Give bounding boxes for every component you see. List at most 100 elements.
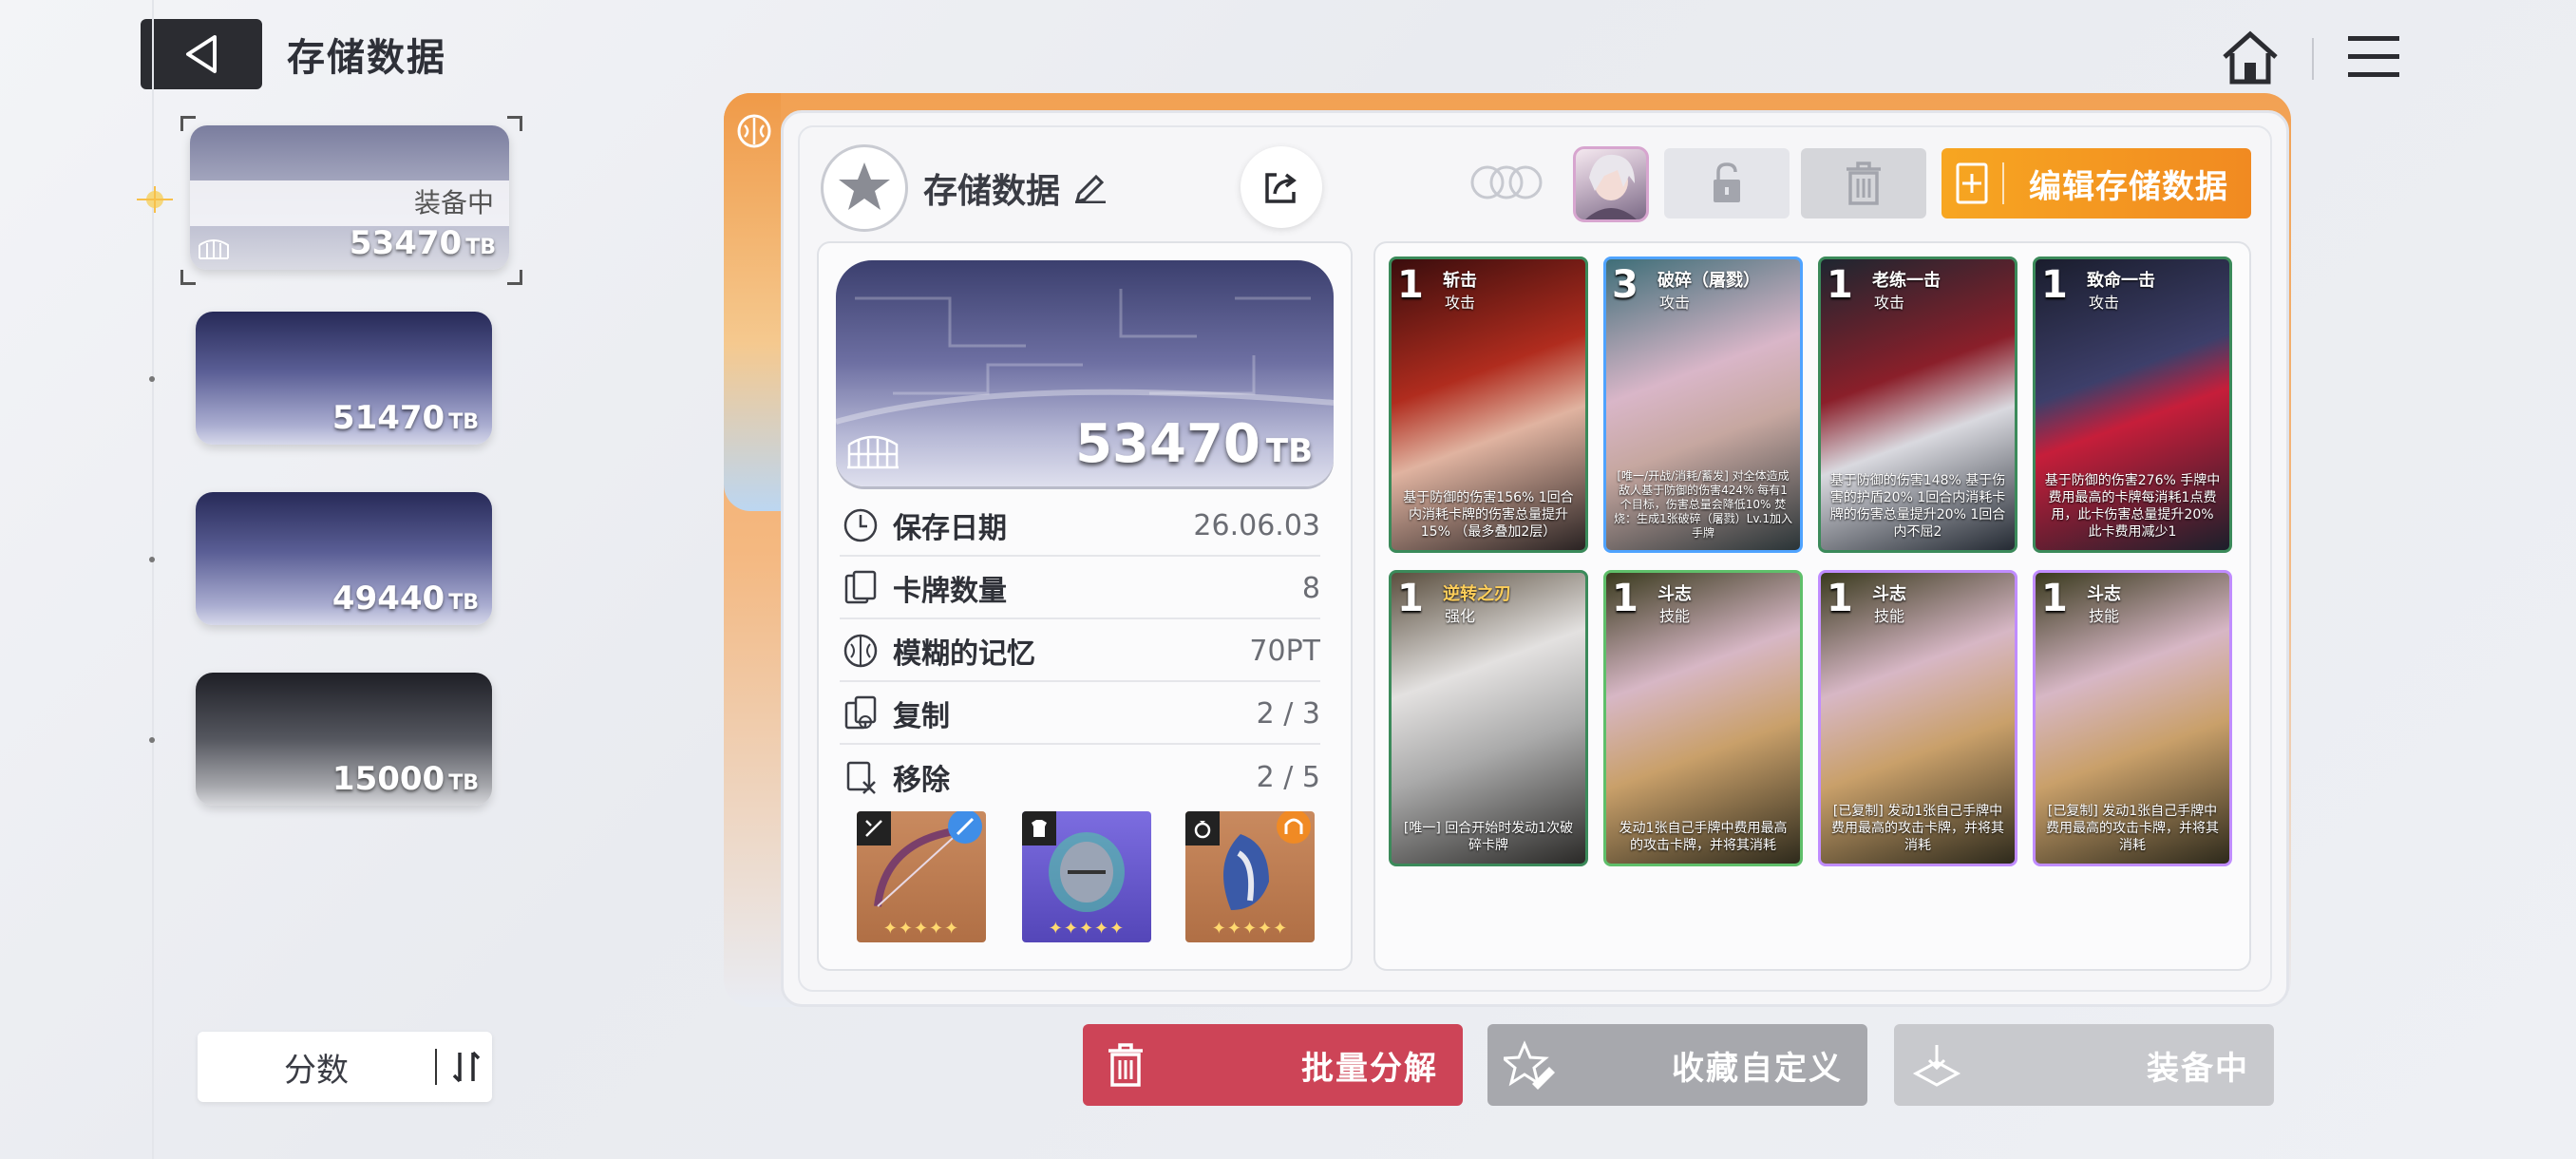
banner-score: 53470 TB bbox=[1075, 413, 1313, 475]
card-description: 基于防御的伤害156% 1回合内消耗卡牌的伤害总量提升15% （最多叠加2层） bbox=[1403, 490, 1574, 540]
batch-dismantle-button[interactable]: 批量分解 bbox=[1083, 1024, 1463, 1106]
character-portrait-icon bbox=[1585, 154, 1637, 219]
equipped-button[interactable]: 装备中 bbox=[1894, 1024, 2274, 1106]
save-badge bbox=[821, 144, 908, 232]
unlock-icon bbox=[1714, 162, 1740, 202]
save-slot-3[interactable]: 49440 TB bbox=[196, 492, 492, 625]
sword-icon bbox=[857, 811, 891, 846]
stat-label: 模糊的记忆 bbox=[893, 637, 1035, 671]
remove-icon bbox=[846, 761, 876, 794]
cards-icon bbox=[844, 570, 877, 604]
menu-icon[interactable] bbox=[2346, 30, 2401, 84]
equipment-slot-weapon[interactable]: ✦✦✦✦✦ bbox=[857, 811, 986, 942]
stat-row-memory: 模糊的记忆 70PT bbox=[840, 621, 1320, 682]
card-slash[interactable]: 1 斩击 攻击 基于防御的伤害156% 1回合内消耗卡牌的伤害总量提升15% （… bbox=[1389, 256, 1588, 553]
save-slot-4[interactable]: 15000 TB bbox=[196, 673, 492, 806]
armor-icon bbox=[1022, 811, 1056, 846]
equipped-status: 装备中 bbox=[190, 180, 509, 226]
colosseum-icon bbox=[847, 435, 899, 469]
save-slot-value: 53470 TB bbox=[349, 224, 496, 262]
back-arrow-icon bbox=[186, 35, 217, 73]
edit-button-separator bbox=[2002, 162, 2004, 204]
stat-value: 26.06.03 bbox=[1193, 508, 1320, 542]
selection-sparkle-icon bbox=[137, 186, 173, 213]
card-description: 基于防御的伤害148% 基于伤害的护盾20% 1回合内消耗卡牌的伤害总量提升20… bbox=[1829, 473, 2006, 540]
ring-icon bbox=[1185, 811, 1220, 846]
card-cost: 1 bbox=[2041, 577, 2068, 620]
card-type: 攻击 bbox=[1445, 294, 1476, 312]
stat-row-remove: 移除 2 / 5 bbox=[840, 747, 1320, 808]
rename-pencil-icon[interactable] bbox=[1073, 169, 1108, 203]
page-title: 存储数据 bbox=[287, 36, 446, 80]
card-fighting-spirit-copy-1[interactable]: 1 斗志 技能 [已复制] 发动1张自己手牌中费用最高的攻击卡牌，并将其消耗 bbox=[1818, 570, 2017, 866]
equip-download-icon bbox=[1912, 1045, 1961, 1087]
batch-dismantle-label: 批量分解 bbox=[1301, 1049, 1438, 1088]
save-slot-2[interactable]: 51470 TB bbox=[196, 312, 492, 445]
sort-label: 分数 bbox=[284, 1051, 349, 1090]
favorite-custom-button[interactable]: 收藏自定义 bbox=[1487, 1024, 1867, 1106]
stat-label: 保存日期 bbox=[893, 512, 1007, 545]
equipment-stars: ✦✦✦✦✦ bbox=[1211, 919, 1289, 939]
trash-icon bbox=[1108, 1043, 1143, 1087]
edit-save-button[interactable]: 编辑存储数据 bbox=[1941, 148, 2251, 218]
back-button[interactable] bbox=[141, 19, 262, 89]
card-name: 斗志 bbox=[2087, 584, 2121, 604]
clock-icon bbox=[843, 508, 878, 542]
rail-dot bbox=[149, 737, 155, 743]
grid-icon bbox=[199, 239, 229, 259]
sort-order-icon[interactable] bbox=[450, 1049, 483, 1085]
save-slot-value: 15000 TB bbox=[331, 760, 479, 798]
equipment-slot-accessory[interactable]: ✦✦✦✦✦ bbox=[1185, 811, 1315, 942]
card-type: 技能 bbox=[1659, 607, 1691, 625]
panel-side-strip bbox=[724, 93, 781, 511]
rail-dot bbox=[149, 376, 155, 382]
stat-label: 移除 bbox=[893, 764, 950, 797]
edit-card-icon bbox=[1956, 162, 1988, 204]
card-name: 老练一击 bbox=[1872, 271, 1941, 291]
lock-button[interactable] bbox=[1664, 148, 1790, 218]
card-reverse-blade[interactable]: 1 逆转之刃 强化 [唯一] 回合开始时发动1次破碎卡牌 bbox=[1389, 570, 1588, 866]
card-cost: 1 bbox=[2041, 263, 2068, 307]
equipped-label: 装备中 bbox=[2147, 1049, 2249, 1088]
save-slot-1[interactable]: 装备中 53470 TB bbox=[190, 125, 509, 270]
card-name: 斗志 bbox=[1872, 584, 1906, 604]
copy-icon bbox=[844, 695, 877, 730]
card-fatal-strike[interactable]: 1 致命一击 攻击 基于防御的伤害276% 手牌中费用最高的卡牌每消耗1点费用，… bbox=[2033, 256, 2232, 553]
sort-button[interactable]: 分数 bbox=[198, 1032, 492, 1102]
stat-value: 8 bbox=[1301, 571, 1320, 605]
save-slot-value: 49440 TB bbox=[331, 580, 479, 618]
blue-gem-icon bbox=[948, 811, 982, 844]
trash-icon bbox=[1847, 162, 1881, 205]
card-name: 逆转之刃 bbox=[1443, 584, 1511, 604]
card-fighting-spirit-copy-2[interactable]: 1 斗志 技能 [已复制] 发动1张自己手牌中费用最高的攻击卡牌，并将其消耗 bbox=[2033, 570, 2232, 866]
card-veteran-strike[interactable]: 1 老练一击 攻击 基于防御的伤害148% 基于伤害的护盾20% 1回合内消耗卡… bbox=[1818, 256, 2017, 553]
card-cost: 1 bbox=[1827, 263, 1853, 307]
stat-row-copy: 复制 2 / 3 bbox=[840, 684, 1320, 745]
card-type: 强化 bbox=[1445, 607, 1476, 625]
header-divider bbox=[2312, 38, 2314, 80]
card-type: 攻击 bbox=[2089, 294, 2120, 312]
stat-label: 卡牌数量 bbox=[893, 575, 1007, 608]
home-icon[interactable] bbox=[2219, 27, 2282, 89]
card-shatter[interactable]: 3 破碎（屠戮） 攻击 [唯一/开战/消耗/蓄发] 对全体造成敌人基于防御的伤害… bbox=[1603, 256, 1803, 553]
card-description: [已复制] 发动1张自己手牌中费用最高的攻击卡牌，并将其消耗 bbox=[1831, 804, 2004, 853]
stat-value: 2 / 3 bbox=[1256, 696, 1320, 731]
card-type: 攻击 bbox=[1659, 294, 1691, 312]
sort-separator bbox=[435, 1049, 437, 1085]
delete-button[interactable] bbox=[1801, 148, 1926, 218]
card-description: 发动1张自己手牌中费用最高的攻击卡牌，并将其消耗 bbox=[1619, 821, 1788, 853]
card-name: 斗志 bbox=[1657, 584, 1692, 604]
orange-helm-icon bbox=[1277, 811, 1311, 844]
share-button[interactable] bbox=[1241, 146, 1322, 228]
card-name: 破碎（屠戮） bbox=[1657, 271, 1760, 291]
rail-dot bbox=[149, 557, 155, 562]
character-avatar[interactable] bbox=[1573, 146, 1649, 222]
stat-value: 70PT bbox=[1249, 634, 1320, 668]
brain-icon bbox=[843, 634, 878, 668]
save-name: 存储数据 bbox=[923, 172, 1061, 211]
equipment-slot-armor[interactable]: ✦✦✦✦✦ bbox=[1022, 811, 1151, 942]
rings-decoration-icon bbox=[1470, 165, 1543, 200]
equipment-stars: ✦✦✦✦✦ bbox=[882, 919, 960, 939]
stat-label: 复制 bbox=[893, 700, 950, 733]
card-fighting-spirit[interactable]: 1 斗志 技能 发动1张自己手牌中费用最高的攻击卡牌，并将其消耗 bbox=[1603, 570, 1803, 866]
